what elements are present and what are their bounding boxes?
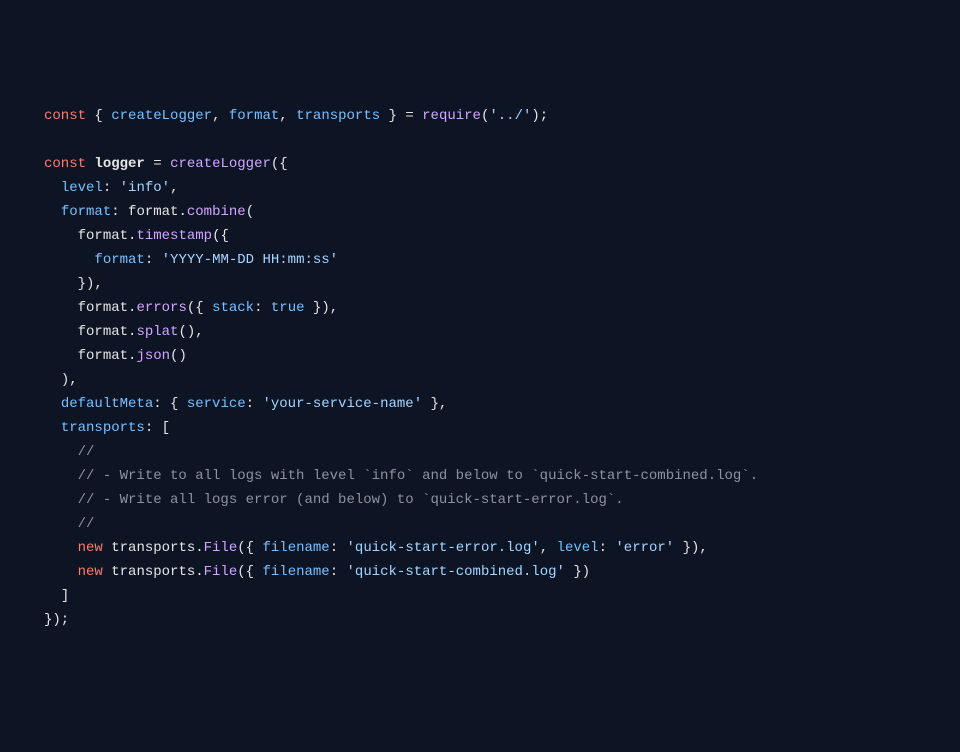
code-line: new transports.File({ filename: 'quick-s… [44, 540, 708, 556]
property: format [61, 204, 111, 220]
code-line: }); [44, 612, 69, 628]
code-line: ] [44, 588, 69, 604]
code-line: format.errors({ stack: true }), [44, 300, 338, 316]
code-line: // - Write all logs error (and below) to… [44, 492, 624, 508]
keyword: new [78, 540, 103, 556]
boolean: true [271, 300, 305, 316]
identifier: format [78, 348, 128, 364]
code-line: const logger = createLogger({ [44, 156, 288, 172]
identifier: createLogger [111, 108, 212, 124]
property: defaultMeta [61, 396, 153, 412]
code-line: // [44, 444, 94, 460]
code-line: level: 'info', [44, 180, 178, 196]
string: '../' [489, 108, 531, 124]
comment: // [78, 444, 95, 460]
identifier: format [78, 228, 128, 244]
function-call: errors [136, 300, 186, 316]
function-call: File [204, 564, 238, 580]
property: level [61, 180, 103, 196]
function-call: timestamp [136, 228, 212, 244]
identifier: format [78, 324, 128, 340]
code-line: format: format.combine( [44, 204, 254, 220]
property: filename [262, 540, 329, 556]
keyword: new [78, 564, 103, 580]
identifier: transports [111, 540, 195, 556]
string: 'info' [120, 180, 170, 196]
code-line: // [44, 516, 94, 532]
code-line: format.timestamp({ [44, 228, 229, 244]
code-line: format: 'YYYY-MM-DD HH:mm:ss' [44, 252, 338, 268]
identifier: transports [111, 564, 195, 580]
identifier: logger [94, 156, 144, 172]
property: filename [262, 564, 329, 580]
comment: // - Write to all logs with level `info`… [78, 468, 759, 484]
identifier: format [229, 108, 279, 124]
identifier: transports [296, 108, 380, 124]
comment: // - Write all logs error (and below) to… [78, 492, 624, 508]
property: format [94, 252, 144, 268]
code-line: transports: [ [44, 420, 170, 436]
keyword: const [44, 156, 86, 172]
property: stack [212, 300, 254, 316]
code-line: defaultMeta: { service: 'your-service-na… [44, 396, 447, 412]
identifier: format [78, 300, 128, 316]
code-line: new transports.File({ filename: 'quick-s… [44, 564, 590, 580]
function-call: require [422, 108, 481, 124]
code-line: format.json() [44, 348, 187, 364]
keyword: const [44, 108, 86, 124]
function-call: createLogger [170, 156, 271, 172]
code-line: ), [44, 372, 78, 388]
comment: // [78, 516, 95, 532]
property: level [557, 540, 599, 556]
string: 'your-service-name' [262, 396, 422, 412]
identifier: format [128, 204, 178, 220]
property: service [187, 396, 246, 412]
code-line: // - Write to all logs with level `info`… [44, 468, 758, 484]
function-call: json [136, 348, 170, 364]
function-call: combine [187, 204, 246, 220]
code-block: const { createLogger, format, transports… [44, 104, 960, 632]
string: 'quick-start-combined.log' [347, 564, 565, 580]
code-line: const { createLogger, format, transports… [44, 108, 548, 124]
function-call: File [204, 540, 238, 556]
string: 'YYYY-MM-DD HH:mm:ss' [162, 252, 338, 268]
string: 'quick-start-error.log' [347, 540, 540, 556]
string: 'error' [615, 540, 674, 556]
code-line: }), [44, 276, 103, 292]
property: transports [61, 420, 145, 436]
function-call: splat [136, 324, 178, 340]
code-line: format.splat(), [44, 324, 204, 340]
